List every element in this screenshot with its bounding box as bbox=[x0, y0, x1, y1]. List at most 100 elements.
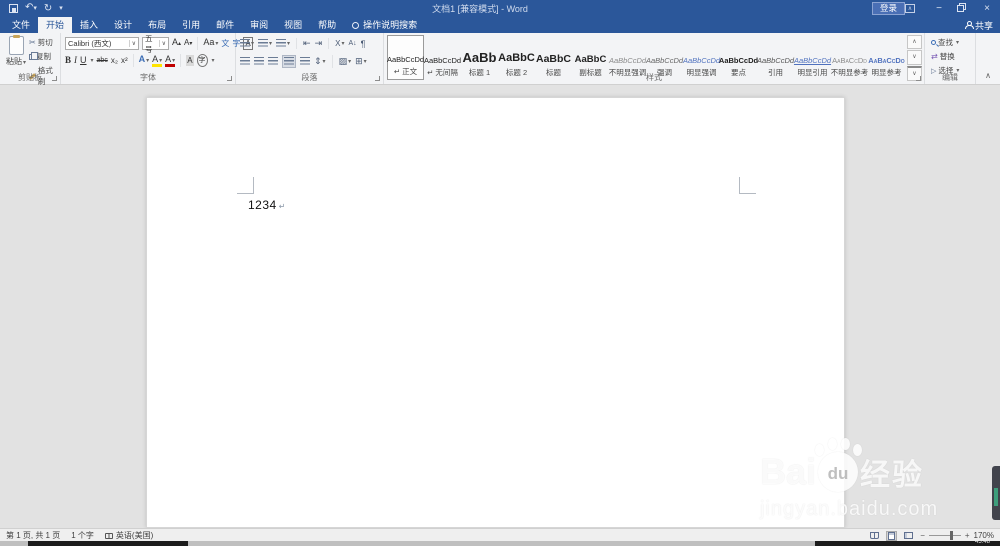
multilevel-list-icon[interactable]: ▾ bbox=[276, 39, 290, 48]
subscript-button[interactable]: x₂ bbox=[111, 55, 118, 66]
ribbon-end: ∧ bbox=[976, 33, 999, 84]
read-mode-button[interactable] bbox=[869, 531, 880, 541]
text-effects-button[interactable]: A▾ bbox=[139, 54, 150, 67]
font-color-button[interactable]: A▾ bbox=[165, 54, 175, 67]
clipboard-dialog-launcher[interactable] bbox=[52, 76, 57, 81]
editing-group-label: 编辑 bbox=[942, 73, 958, 82]
distribute-icon[interactable] bbox=[300, 57, 310, 66]
italic-button[interactable]: I bbox=[74, 55, 77, 66]
underline-button[interactable]: U bbox=[80, 55, 87, 66]
asian-layout-icon[interactable]: X ▾ bbox=[335, 39, 344, 48]
shading-icon[interactable]: ▨ ▾ bbox=[339, 56, 352, 67]
copy-button[interactable]: 复制 bbox=[29, 51, 60, 62]
change-case-button[interactable]: Aa▾ bbox=[203, 37, 218, 50]
align-left-icon[interactable] bbox=[240, 57, 250, 66]
font-size-combobox[interactable]: 五号 ∨ bbox=[142, 34, 169, 54]
style-gallery-down-icon[interactable]: ∨ bbox=[907, 50, 922, 65]
line-spacing-icon[interactable]: ⇕ ▾ bbox=[314, 56, 326, 67]
save-icon[interactable] bbox=[9, 4, 18, 13]
tell-me-search[interactable]: 操作说明搜索 bbox=[344, 17, 425, 33]
paste-button[interactable]: 粘贴▾ bbox=[5, 35, 27, 67]
minimize-button[interactable]: − bbox=[928, 0, 950, 17]
tab-references[interactable]: 引用 bbox=[174, 17, 208, 33]
ribbon: 粘贴▾ ✂ 剪切 复制 格式刷 剪贴板 Calibri (西文) ∨ 五号 ∨ A▴ … bbox=[0, 33, 1000, 86]
replace-button[interactable]: ⇄ 替换 bbox=[931, 51, 959, 62]
customize-qat-icon[interactable]: ▾ bbox=[59, 4, 63, 14]
document-page[interactable]: 1234 ↵ bbox=[146, 97, 845, 528]
align-right-icon[interactable] bbox=[268, 57, 278, 66]
grow-font-button[interactable]: A▴ bbox=[172, 37, 181, 50]
close-button[interactable]: × bbox=[976, 0, 998, 17]
print-layout-button[interactable] bbox=[886, 530, 898, 541]
justify-icon[interactable] bbox=[282, 55, 296, 68]
shrink-font-button[interactable]: A▾ bbox=[184, 37, 192, 50]
highlight-color-button[interactable]: A▾ bbox=[152, 54, 162, 67]
web-layout-button[interactable] bbox=[903, 531, 914, 541]
replace-icon: ⇄ bbox=[931, 52, 938, 61]
person-icon bbox=[964, 21, 974, 29]
styles-dialog-launcher[interactable] bbox=[916, 76, 921, 81]
ribbon-display-options-icon[interactable]: ∧ bbox=[905, 4, 915, 13]
clipboard-icon bbox=[8, 35, 24, 55]
sign-in-button[interactable]: 登录 bbox=[872, 2, 906, 15]
tab-help[interactable]: 帮助 bbox=[310, 17, 344, 33]
tab-view[interactable]: 视图 bbox=[276, 17, 310, 33]
character-shading-button[interactable]: A bbox=[186, 55, 194, 66]
find-button[interactable]: 查找 ▾ bbox=[931, 37, 959, 48]
document-text[interactable]: 1234 ↵ bbox=[248, 198, 286, 212]
cut-button[interactable]: ✂ 剪切 bbox=[29, 37, 60, 48]
phonetic-guide-icon[interactable]: 文 bbox=[221, 38, 229, 49]
word-count-status[interactable]: 1 个字 bbox=[71, 530, 94, 541]
zoom-in-button[interactable]: + bbox=[965, 531, 970, 540]
undo-icon[interactable]: ↶▾ bbox=[25, 3, 37, 14]
bold-button[interactable]: B bbox=[65, 55, 71, 66]
borders-icon[interactable]: ⊞ ▾ bbox=[355, 56, 367, 67]
strikethrough-button[interactable]: abc bbox=[97, 55, 108, 66]
tab-design[interactable]: 设计 bbox=[106, 17, 140, 33]
paw-icon: du bbox=[815, 438, 863, 492]
show-marks-icon[interactable]: ¶ bbox=[361, 39, 366, 49]
zoom-slider[interactable] bbox=[928, 531, 961, 540]
tab-mailings[interactable]: 邮件 bbox=[208, 17, 242, 33]
sort-icon[interactable]: A↓ bbox=[349, 40, 357, 47]
font-name-combobox[interactable]: Calibri (西文) ∨ bbox=[65, 37, 139, 50]
search-icon bbox=[931, 40, 936, 45]
enclose-characters-button[interactable]: 字 bbox=[196, 54, 208, 67]
proofing-book-icon bbox=[104, 532, 113, 539]
tab-file[interactable]: 文件 bbox=[4, 17, 38, 33]
styles-group: AaBbCcDd ↵ 正文 AaBbCcDd ↵ 无间隔 AaBb 标题 1 AaBb… bbox=[384, 33, 925, 84]
page-number-status[interactable]: 第 1 页, 共 1 页 bbox=[6, 530, 60, 541]
zoom-slider-thumb[interactable] bbox=[949, 531, 953, 540]
redo-icon[interactable]: ↻ bbox=[44, 3, 52, 14]
collapse-ribbon-icon[interactable]: ∧ bbox=[985, 71, 991, 80]
align-center-icon[interactable] bbox=[254, 57, 264, 66]
status-bar: 第 1 页, 共 1 页 1 个字 英语(美国) − + 170% bbox=[0, 528, 1000, 541]
proofing-status[interactable]: 英语(美国) bbox=[104, 530, 153, 541]
paragraph-group-label: 段落 bbox=[301, 73, 318, 82]
paragraph-dialog-launcher[interactable] bbox=[375, 76, 380, 81]
web-layout-icon bbox=[904, 532, 914, 539]
decrease-indent-icon[interactable]: ⇤ bbox=[303, 38, 311, 49]
margin-cropmark-right bbox=[739, 177, 756, 194]
share-button[interactable]: 共享 bbox=[964, 17, 993, 33]
video-progress-segment bbox=[28, 541, 188, 546]
tab-layout[interactable]: 布局 bbox=[140, 17, 174, 33]
watermark-url: jingyan.baidu.com bbox=[760, 498, 939, 520]
paragraph-group: ▾ ▾ ▾ ⇤ ⇥ X ▾ A↓ ¶ ⇕ ▾ ▨ ▾ ⊞ ▾ 段落 bbox=[236, 33, 384, 84]
style-gallery-up-icon[interactable]: ∧ bbox=[907, 35, 922, 50]
tab-insert[interactable]: 插入 bbox=[72, 17, 106, 33]
tab-review[interactable]: 审阅 bbox=[242, 17, 276, 33]
bullets-icon[interactable]: ▾ bbox=[240, 39, 254, 48]
numbering-icon[interactable]: ▾ bbox=[258, 39, 272, 48]
superscript-button[interactable]: x² bbox=[121, 55, 128, 66]
zoom-out-button[interactable]: − bbox=[920, 531, 925, 540]
quick-access-toolbar: ↶▾ ↻ ▾ bbox=[0, 3, 63, 14]
baidu-watermark: Bai du 经验 jingyan.baidu.com bbox=[760, 438, 990, 521]
restore-button[interactable] bbox=[957, 5, 964, 12]
font-dialog-launcher[interactable] bbox=[227, 76, 232, 81]
video-progress-strip: 45:48 bbox=[0, 539, 1000, 546]
document-area: 1234 ↵ Bai du 经验 jingyan.baidu.com bbox=[0, 85, 1000, 528]
increase-indent-icon[interactable]: ⇥ bbox=[315, 38, 323, 49]
print-layout-icon bbox=[888, 531, 896, 540]
tab-home[interactable]: 开始 bbox=[38, 17, 73, 33]
